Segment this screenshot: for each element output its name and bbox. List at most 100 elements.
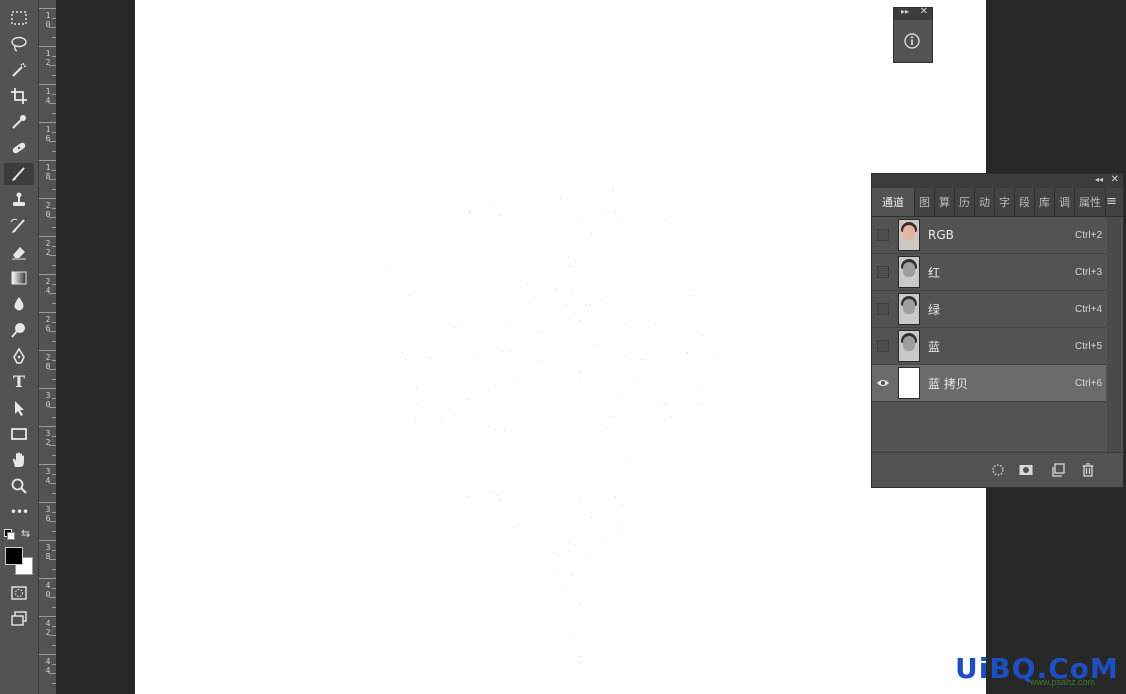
- visibility-toggle[interactable]: [872, 217, 894, 253]
- channel-name: 红: [928, 265, 941, 280]
- ruler-minor-tick: [52, 454, 56, 456]
- ruler-minor-tick: [49, 141, 56, 142]
- brush-icon[interactable]: [4, 163, 34, 185]
- ruler-minor-tick: [49, 179, 56, 180]
- close-icon[interactable]: ✕: [920, 6, 928, 17]
- close-icon[interactable]: ✕: [1111, 174, 1119, 185]
- foreground-color-swatch[interactable]: [5, 547, 23, 565]
- tools-panel: T ••• ⇆: [0, 0, 39, 694]
- ruler-minor-tick: [49, 255, 56, 256]
- save-selection-icon[interactable]: [1018, 462, 1034, 478]
- ruler-tick: [39, 350, 56, 351]
- tab-1[interactable]: 图: [915, 188, 935, 216]
- crop-icon[interactable]: [4, 85, 34, 107]
- zoom-icon[interactable]: [4, 475, 34, 497]
- eyedropper-icon[interactable]: [4, 111, 34, 133]
- channel-thumbnail: [898, 293, 920, 325]
- tab-9[interactable]: 属性: [1075, 188, 1106, 216]
- ruler-minor-tick: [52, 36, 56, 38]
- document-canvas[interactable]: [135, 0, 986, 694]
- tab-7[interactable]: 库: [1035, 188, 1055, 216]
- channel-row[interactable]: 绿 Ctrl+4: [872, 291, 1106, 328]
- ruler-minor-tick: [52, 359, 56, 361]
- eraser-icon[interactable]: [4, 241, 34, 263]
- clone-stamp-icon[interactable]: [4, 189, 34, 211]
- hand-icon[interactable]: [4, 449, 34, 471]
- tab-4[interactable]: 动: [975, 188, 995, 216]
- visibility-toggle[interactable]: [872, 328, 894, 364]
- tab-8[interactable]: 调: [1055, 188, 1075, 216]
- channel-shortcut: Ctrl+3: [1075, 266, 1102, 278]
- ruler-tick: [39, 46, 56, 47]
- ruler-minor-tick: [49, 217, 56, 218]
- channel-shortcut: Ctrl+2: [1075, 229, 1102, 241]
- ruler-tick: [39, 84, 56, 85]
- channel-row[interactable]: 蓝 拷贝 Ctrl+6: [872, 365, 1106, 402]
- panel-menu-icon[interactable]: ≡: [1106, 194, 1117, 209]
- ruler-minor-tick: [52, 682, 56, 684]
- channel-thumbnail: [898, 219, 920, 251]
- ruler-minor-tick: [52, 264, 56, 266]
- channel-row[interactable]: 蓝 Ctrl+5: [872, 328, 1106, 365]
- dodge-icon[interactable]: [4, 319, 34, 341]
- tab-5[interactable]: 字: [995, 188, 1015, 216]
- ruler-tick: [39, 578, 56, 579]
- ruler-minor-tick: [49, 483, 56, 484]
- info-panel-header: ▸▸ ✕: [894, 6, 932, 20]
- panel-tabs: 通道图算历动字段库调属性 ≡: [872, 188, 1123, 217]
- ruler-minor-tick: [52, 283, 56, 285]
- collapse-icon[interactable]: ◂◂: [1095, 175, 1103, 184]
- info-icon[interactable]: [904, 33, 920, 49]
- ruler-tick: [39, 312, 56, 313]
- path-selection-icon[interactable]: [4, 397, 34, 419]
- swap-colors-icon[interactable]: ⇆: [21, 527, 30, 540]
- delete-channel-icon[interactable]: [1080, 462, 1096, 478]
- magic-wand-icon[interactable]: [4, 59, 34, 81]
- ruler-minor-tick: [52, 226, 56, 228]
- ruler-minor-tick: [49, 369, 56, 370]
- channel-row[interactable]: RGB Ctrl+2: [872, 217, 1106, 254]
- ruler-minor-tick: [52, 55, 56, 57]
- blur-icon[interactable]: [4, 293, 34, 315]
- ruler-minor-tick: [49, 673, 56, 674]
- rectangle-icon[interactable]: [4, 423, 34, 445]
- history-brush-icon[interactable]: [4, 215, 34, 237]
- channel-thumbnail: [898, 330, 920, 362]
- gradient-icon[interactable]: [4, 267, 34, 289]
- rectangular-marquee-icon[interactable]: [4, 7, 34, 29]
- channel-image: [382, 174, 721, 691]
- channel-list-scrollbar[interactable]: [1107, 217, 1121, 453]
- ruler-minor-tick: [52, 207, 56, 209]
- pen-icon[interactable]: [4, 345, 34, 367]
- new-channel-icon[interactable]: [1050, 462, 1066, 478]
- visibility-toggle[interactable]: [872, 254, 894, 290]
- ruler-minor-tick: [52, 112, 56, 114]
- info-panel: ▸▸ ✕: [893, 6, 933, 63]
- ruler-minor-tick: [52, 188, 56, 190]
- visibility-toggle[interactable]: [872, 291, 894, 327]
- tab-6[interactable]: 段: [1015, 188, 1035, 216]
- tab-0[interactable]: 通道: [872, 188, 915, 216]
- ruler-minor-tick: [52, 511, 56, 513]
- healing-brush-icon[interactable]: [4, 137, 34, 159]
- expand-icon[interactable]: ▸▸: [901, 7, 909, 16]
- screen-mode-icon[interactable]: [4, 608, 34, 630]
- lasso-icon[interactable]: [4, 33, 34, 55]
- quick-mask-icon[interactable]: [4, 582, 34, 604]
- ruler-minor-tick: [52, 93, 56, 95]
- ruler-tick: [39, 502, 56, 503]
- tab-2[interactable]: 算: [935, 188, 955, 216]
- eye-icon[interactable]: [872, 365, 894, 401]
- channels-panel: ◂◂ ✕ 通道图算历动字段库调属性 ≡ RGB Ctrl+2 红 Ctrl+3 绿 Ctrl…: [871, 173, 1124, 488]
- load-selection-icon[interactable]: [990, 462, 1006, 478]
- channel-row[interactable]: 红 Ctrl+3: [872, 254, 1106, 291]
- tab-3[interactable]: 历: [955, 188, 975, 216]
- default-colors-icon[interactable]: [4, 529, 15, 540]
- ruler-minor-tick: [52, 321, 56, 323]
- type-icon[interactable]: T: [4, 371, 34, 393]
- ruler-minor-tick: [52, 378, 56, 380]
- ruler-minor-tick: [52, 169, 56, 171]
- ruler-tick: [39, 464, 56, 465]
- ruler-minor-tick: [52, 568, 56, 570]
- more-tools-icon[interactable]: •••: [4, 501, 34, 523]
